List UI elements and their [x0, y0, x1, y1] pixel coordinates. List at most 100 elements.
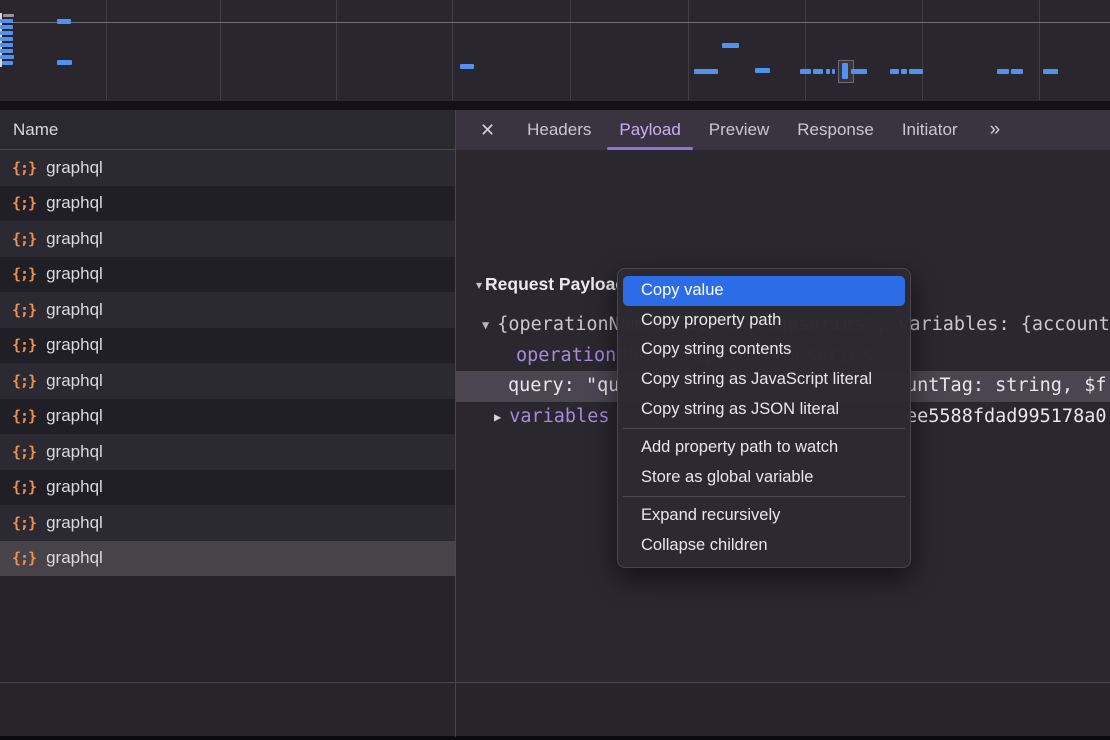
- timeline-gridline: [688, 0, 689, 100]
- table-row[interactable]: {;} graphql: [0, 434, 455, 470]
- tab-headers[interactable]: Headers: [513, 110, 605, 150]
- expand-triangle-icon[interactable]: ▼: [482, 318, 489, 332]
- table-row[interactable]: {;}graphql: [0, 505, 455, 541]
- json-braces-icon: {;}: [12, 549, 36, 567]
- request-name: graphql: [46, 442, 103, 462]
- request-timing-bar: [722, 43, 739, 48]
- menu-item-copy-string-as-json-literal[interactable]: Copy string as JSON literal: [618, 394, 910, 424]
- request-name: graphql: [46, 335, 103, 355]
- menu-item-expand-recursively[interactable]: Expand recursively: [618, 501, 910, 531]
- menu-item-collapse-children[interactable]: Collapse children: [618, 531, 910, 561]
- collapse-triangle-icon: ▾: [476, 278, 482, 292]
- request-list-panel: Name {;}graphql{;}graphql{;}graphql{;}gr…: [0, 110, 455, 682]
- json-braces-icon: {;}: [12, 372, 36, 390]
- expand-triangle-icon[interactable]: ▶: [494, 410, 501, 424]
- query-text-right: untTag: string, $f: [906, 371, 1106, 402]
- menu-item-copy-string-contents[interactable]: Copy string contents: [618, 335, 910, 365]
- json-braces-icon: {;}: [12, 159, 36, 177]
- name-header-label: Name: [13, 120, 58, 140]
- request-timing-bar: [901, 69, 907, 74]
- menu-item-add-property-path-to-watch[interactable]: Add property path to watch: [618, 433, 910, 463]
- section-title: Request Payload: [485, 274, 626, 295]
- tab-payload[interactable]: Payload: [605, 110, 694, 150]
- timeline-gridline: [452, 0, 453, 100]
- request-timing-bar: [1043, 69, 1058, 74]
- json-braces-icon: {;}: [12, 478, 36, 496]
- request-timing-bar: [2, 61, 13, 65]
- request-name: graphql: [46, 229, 103, 249]
- request-name: graphql: [46, 300, 103, 320]
- request-name: graphql: [46, 513, 103, 533]
- table-row[interactable]: {;} graphql: [0, 221, 455, 257]
- tab-preview[interactable]: Preview: [695, 110, 783, 150]
- summary-footer: [0, 683, 1110, 736]
- request-timing-bar: [0, 25, 13, 29]
- request-timing-bar: [57, 19, 71, 24]
- window-bottom-edge: [0, 736, 1110, 740]
- request-name: graphql: [46, 193, 103, 213]
- request-timing-bar: [890, 69, 899, 74]
- devtools-network-panel: Name {;}graphql{;}graphql{;}graphql{;}gr…: [0, 0, 1110, 740]
- table-row[interactable]: {;} graphql: [0, 470, 455, 506]
- request-timing-bar: [997, 69, 1009, 74]
- property-key: variables: [509, 406, 609, 427]
- menu-item-copy-value[interactable]: Copy value: [623, 276, 905, 306]
- request-timing-bar: [832, 69, 835, 74]
- request-timing-bar: [57, 60, 72, 65]
- timeline-gridline: [570, 0, 571, 100]
- column-header-name[interactable]: Name: [0, 110, 455, 150]
- request-timing-bar: [909, 69, 923, 74]
- menu-separator: [623, 496, 905, 497]
- json-braces-icon: {;}: [12, 407, 36, 425]
- request-timing-bar: [826, 69, 830, 74]
- request-list: {;} graphql {;} graphql {;} graphql {;} graphql…: [0, 150, 455, 576]
- timeline-gridline: [220, 0, 221, 100]
- request-timing-bar: [0, 43, 13, 47]
- request-name: graphql: [46, 264, 103, 284]
- table-row[interactable]: {;} graphql: [0, 399, 455, 435]
- table-row[interactable]: {;} graphql: [0, 150, 455, 186]
- request-timing-bar: [813, 69, 823, 74]
- timeline-gridline: [106, 0, 107, 100]
- tab-response[interactable]: Response: [783, 110, 888, 150]
- json-braces-icon: {;}: [12, 301, 36, 319]
- timeline-gridline: [922, 0, 923, 100]
- table-row[interactable]: {;}graphql: [0, 541, 455, 577]
- tab-initiator[interactable]: Initiator: [888, 110, 972, 150]
- request-name: graphql: [46, 158, 103, 178]
- network-overview-timeline[interactable]: [0, 0, 1110, 101]
- request-timing-bar: [3, 14, 14, 17]
- request-timing-bar: [0, 49, 13, 53]
- menu-item-store-as-global-variable[interactable]: Store as global variable: [618, 463, 910, 493]
- request-name: graphql: [46, 371, 103, 391]
- timeline-gridline: [1039, 0, 1040, 100]
- request-timing-bar: [0, 55, 14, 59]
- table-row[interactable]: {;} graphql: [0, 257, 455, 293]
- request-timing-bar: [0, 19, 13, 23]
- request-timing-bar: [460, 64, 474, 69]
- json-braces-icon: {;}: [12, 230, 36, 248]
- json-braces-icon: {;}: [12, 265, 36, 283]
- request-timing-bar: [1011, 69, 1023, 74]
- table-row[interactable]: {;} graphql: [0, 292, 455, 328]
- request-timing-bar: [842, 63, 848, 79]
- table-row[interactable]: {;}graphql: [0, 186, 455, 222]
- request-name: graphql: [46, 406, 103, 426]
- json-braces-icon: {;}: [12, 443, 36, 461]
- more-tabs-icon[interactable]: »: [978, 110, 1013, 150]
- timeline-divider-line: [0, 22, 1110, 23]
- query-text-left: query: "qu: [508, 375, 619, 396]
- request-timing-bar: [851, 69, 867, 74]
- menu-separator: [623, 428, 905, 429]
- table-row[interactable]: {;} graphql: [0, 363, 455, 399]
- table-row[interactable]: {;} graphql: [0, 328, 455, 364]
- panel-divider[interactable]: [455, 110, 456, 737]
- menu-item-copy-string-as-javascript-literal[interactable]: Copy string as JavaScript literal: [618, 365, 910, 395]
- main-split: Name {;}graphql{;}graphql{;}graphql{;}gr…: [0, 110, 1110, 682]
- request-timing-bar: [0, 37, 13, 41]
- close-icon[interactable]: ✕: [470, 110, 505, 150]
- json-braces-icon: {;}: [12, 336, 36, 354]
- request-timing-bar: [694, 69, 718, 74]
- menu-item-copy-property-path[interactable]: Copy property path: [618, 306, 910, 336]
- request-name: graphql: [46, 477, 103, 497]
